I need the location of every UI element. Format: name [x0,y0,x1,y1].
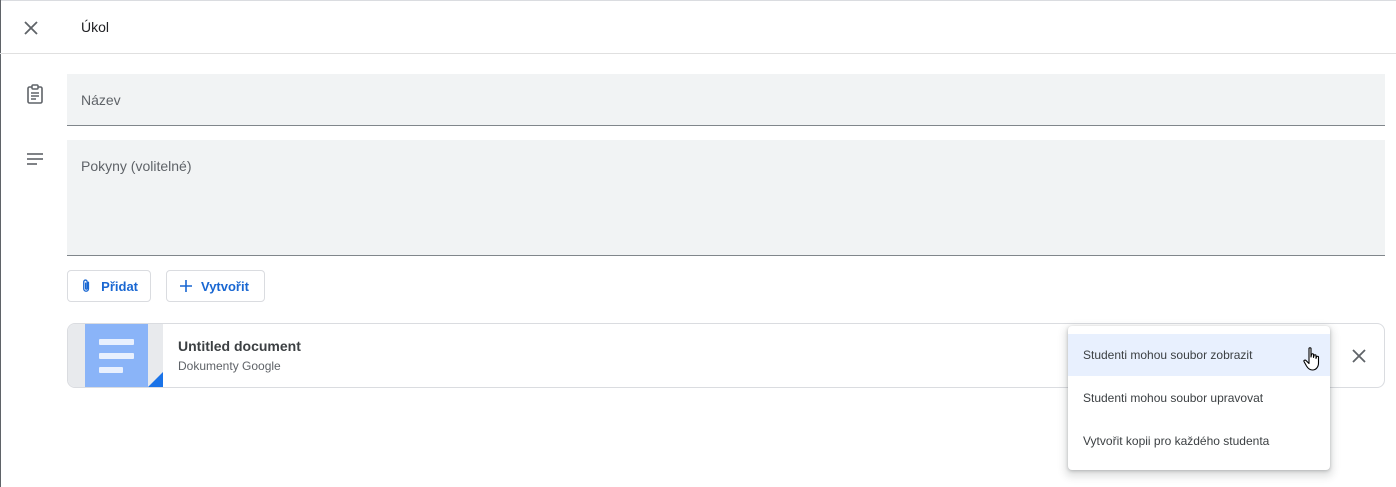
close-icon [24,21,38,35]
close-icon [1352,349,1366,363]
create-button[interactable]: Vytvořit [166,270,265,302]
instructions-placeholder: Pokyny (volitelné) [81,158,192,174]
header-bar: Úkol [0,1,1396,54]
title-placeholder: Název [81,92,121,108]
paperclip-icon [83,279,90,292]
attachment-thumbnail [68,324,163,387]
menu-item-label: Studenti mohou soubor zobrazit [1083,348,1253,362]
share-options-menu: Studenti mohou soubor zobrazit Studenti … [1068,326,1330,470]
attachment-title: Untitled document [178,338,301,354]
google-docs-icon [85,324,148,387]
add-button[interactable]: Přidat [67,270,151,302]
window-left-border [0,0,1,487]
plus-icon [180,280,192,292]
instructions-field[interactable]: Pokyny (volitelné) [67,140,1385,256]
menu-item-students-can-edit[interactable]: Studenti mohou soubor upravovat [1068,377,1330,419]
title-field[interactable]: Název [67,74,1385,126]
menu-item-make-copy-per-student[interactable]: Vytvořit kopii pro každého studenta [1068,420,1330,462]
remove-attachment-button[interactable] [1346,343,1372,369]
page-title: Úkol [81,19,110,35]
menu-item-students-can-view[interactable]: Studenti mohou soubor zobrazit [1068,334,1330,376]
menu-item-label: Vytvořit kopii pro každého studenta [1083,434,1270,448]
docs-corner-badge [148,372,163,387]
notes-icon [24,148,46,170]
add-button-label: Přidat [101,278,138,294]
create-button-label: Vytvořit [201,278,249,294]
assignment-icon [24,83,46,105]
attachment-subtitle: Dokumenty Google [178,359,281,373]
menu-item-label: Studenti mohou soubor upravovat [1083,391,1264,405]
close-button[interactable] [17,14,45,42]
